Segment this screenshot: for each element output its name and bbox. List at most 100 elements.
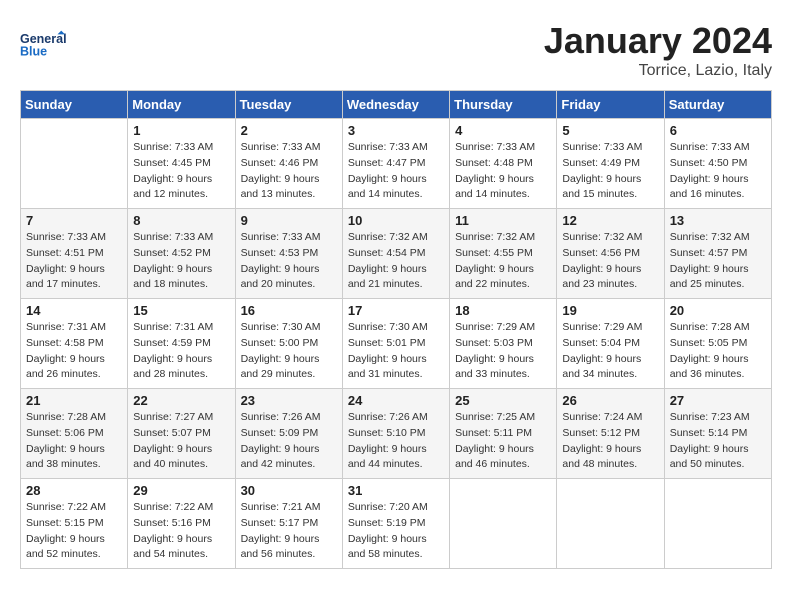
day-info: Sunrise: 7:22 AM Sunset: 5:16 PM Dayligh… <box>133 500 229 563</box>
day-number: 7 <box>26 213 122 228</box>
day-number: 10 <box>348 213 444 228</box>
day-number: 13 <box>670 213 766 228</box>
col-monday: Monday <box>128 91 235 119</box>
table-row: 13 Sunrise: 7:32 AM Sunset: 4:57 PM Dayli… <box>664 209 771 299</box>
day-info: Sunrise: 7:28 AM Sunset: 5:06 PM Dayligh… <box>26 410 122 473</box>
table-row: 30 Sunrise: 7:21 AM Sunset: 5:17 PM Dayli… <box>235 479 342 569</box>
day-number: 4 <box>455 123 551 138</box>
table-row: 8 Sunrise: 7:33 AM Sunset: 4:52 PM Daylig… <box>128 209 235 299</box>
day-info: Sunrise: 7:22 AM Sunset: 5:15 PM Dayligh… <box>26 500 122 563</box>
day-info: Sunrise: 7:29 AM Sunset: 5:04 PM Dayligh… <box>562 320 658 383</box>
day-info: Sunrise: 7:33 AM Sunset: 4:52 PM Dayligh… <box>133 230 229 293</box>
table-row: 14Sunrise: 7:31 AM Sunset: 4:58 PM Dayli… <box>21 299 128 389</box>
table-row: 1 Sunrise: 7:33 AM Sunset: 4:45 PM Daylig… <box>128 119 235 209</box>
table-row <box>557 479 664 569</box>
col-sunday: Sunday <box>21 91 128 119</box>
day-info: Sunrise: 7:30 AM Sunset: 5:01 PM Dayligh… <box>348 320 444 383</box>
day-info: Sunrise: 7:26 AM Sunset: 5:09 PM Dayligh… <box>241 410 337 473</box>
day-number: 12 <box>562 213 658 228</box>
table-row: 19Sunrise: 7:29 AM Sunset: 5:04 PM Dayli… <box>557 299 664 389</box>
svg-text:Blue: Blue <box>20 45 47 59</box>
page-header: General Blue January 2024 Torrice, Lazio… <box>20 20 772 80</box>
table-row: 29 Sunrise: 7:22 AM Sunset: 5:16 PM Dayli… <box>128 479 235 569</box>
day-info: Sunrise: 7:31 AM Sunset: 4:59 PM Dayligh… <box>133 320 229 383</box>
day-number: 17 <box>348 303 444 318</box>
day-info: Sunrise: 7:21 AM Sunset: 5:17 PM Dayligh… <box>241 500 337 563</box>
calendar-week-row: 21 Sunrise: 7:28 AM Sunset: 5:06 PM Dayli… <box>21 389 772 479</box>
day-number: 27 <box>670 393 766 408</box>
day-number: 1 <box>133 123 229 138</box>
table-row <box>450 479 557 569</box>
day-info: Sunrise: 7:23 AM Sunset: 5:14 PM Dayligh… <box>670 410 766 473</box>
day-info: Sunrise: 7:20 AM Sunset: 5:19 PM Dayligh… <box>348 500 444 563</box>
table-row: 2Sunrise: 7:33 AM Sunset: 4:46 PM Daylig… <box>235 119 342 209</box>
table-row: 25 Sunrise: 7:25 AM Sunset: 5:11 PM Dayli… <box>450 389 557 479</box>
day-number: 8 <box>133 213 229 228</box>
day-number: 14 <box>26 303 122 318</box>
day-info: Sunrise: 7:33 AM Sunset: 4:50 PM Dayligh… <box>670 140 766 203</box>
col-wednesday: Wednesday <box>342 91 449 119</box>
day-number: 23 <box>241 393 337 408</box>
table-row: 15 Sunrise: 7:31 AM Sunset: 4:59 PM Dayli… <box>128 299 235 389</box>
title-block: January 2024 Torrice, Lazio, Italy <box>544 20 772 80</box>
day-number: 29 <box>133 483 229 498</box>
table-row: 10Sunrise: 7:32 AM Sunset: 4:54 PM Dayli… <box>342 209 449 299</box>
day-number: 11 <box>455 213 551 228</box>
day-number: 6 <box>670 123 766 138</box>
day-number: 21 <box>26 393 122 408</box>
day-number: 24 <box>348 393 444 408</box>
day-number: 2 <box>241 123 337 138</box>
day-number: 5 <box>562 123 658 138</box>
day-info: Sunrise: 7:33 AM Sunset: 4:45 PM Dayligh… <box>133 140 229 203</box>
col-saturday: Saturday <box>664 91 771 119</box>
table-row: 12Sunrise: 7:32 AM Sunset: 4:56 PM Dayli… <box>557 209 664 299</box>
table-row: 21 Sunrise: 7:28 AM Sunset: 5:06 PM Dayli… <box>21 389 128 479</box>
calendar-week-row: 1 Sunrise: 7:33 AM Sunset: 4:45 PM Daylig… <box>21 119 772 209</box>
day-info: Sunrise: 7:32 AM Sunset: 4:57 PM Dayligh… <box>670 230 766 293</box>
day-number: 15 <box>133 303 229 318</box>
day-info: Sunrise: 7:30 AM Sunset: 5:00 PM Dayligh… <box>241 320 337 383</box>
calendar-header-row: Sunday Monday Tuesday Wednesday Thursday… <box>21 91 772 119</box>
day-info: Sunrise: 7:33 AM Sunset: 4:48 PM Dayligh… <box>455 140 551 203</box>
day-number: 31 <box>348 483 444 498</box>
day-info: Sunrise: 7:25 AM Sunset: 5:11 PM Dayligh… <box>455 410 551 473</box>
table-row: 27 Sunrise: 7:23 AM Sunset: 5:14 PM Dayli… <box>664 389 771 479</box>
day-number: 22 <box>133 393 229 408</box>
table-row: 28 Sunrise: 7:22 AM Sunset: 5:15 PM Dayli… <box>21 479 128 569</box>
calendar-week-row: 28 Sunrise: 7:22 AM Sunset: 5:15 PM Dayli… <box>21 479 772 569</box>
calendar-week-row: 14Sunrise: 7:31 AM Sunset: 4:58 PM Dayli… <box>21 299 772 389</box>
day-info: Sunrise: 7:32 AM Sunset: 4:55 PM Dayligh… <box>455 230 551 293</box>
table-row: 22 Sunrise: 7:27 AM Sunset: 5:07 PM Dayli… <box>128 389 235 479</box>
day-number: 16 <box>241 303 337 318</box>
calendar-body: 1 Sunrise: 7:33 AM Sunset: 4:45 PM Daylig… <box>21 119 772 569</box>
logo-svg: General Blue <box>20 20 70 70</box>
table-row: 11 Sunrise: 7:32 AM Sunset: 4:55 PM Dayli… <box>450 209 557 299</box>
table-row: 7 Sunrise: 7:33 AM Sunset: 4:51 PM Daylig… <box>21 209 128 299</box>
day-info: Sunrise: 7:29 AM Sunset: 5:03 PM Dayligh… <box>455 320 551 383</box>
table-row: 5 Sunrise: 7:33 AM Sunset: 4:49 PM Daylig… <box>557 119 664 209</box>
col-tuesday: Tuesday <box>235 91 342 119</box>
location: Torrice, Lazio, Italy <box>544 62 772 80</box>
calendar-week-row: 7 Sunrise: 7:33 AM Sunset: 4:51 PM Daylig… <box>21 209 772 299</box>
day-info: Sunrise: 7:24 AM Sunset: 5:12 PM Dayligh… <box>562 410 658 473</box>
day-info: Sunrise: 7:26 AM Sunset: 5:10 PM Dayligh… <box>348 410 444 473</box>
table-row: 6 Sunrise: 7:33 AM Sunset: 4:50 PM Daylig… <box>664 119 771 209</box>
day-info: Sunrise: 7:33 AM Sunset: 4:49 PM Dayligh… <box>562 140 658 203</box>
table-row <box>664 479 771 569</box>
month-title: January 2024 <box>544 20 772 62</box>
table-row <box>21 119 128 209</box>
table-row: 24 Sunrise: 7:26 AM Sunset: 5:10 PM Dayli… <box>342 389 449 479</box>
day-number: 9 <box>241 213 337 228</box>
day-number: 30 <box>241 483 337 498</box>
table-row: 3Sunrise: 7:33 AM Sunset: 4:47 PM Daylig… <box>342 119 449 209</box>
table-row: 18Sunrise: 7:29 AM Sunset: 5:03 PM Dayli… <box>450 299 557 389</box>
day-info: Sunrise: 7:33 AM Sunset: 4:47 PM Dayligh… <box>348 140 444 203</box>
day-number: 25 <box>455 393 551 408</box>
table-row: 17 Sunrise: 7:30 AM Sunset: 5:01 PM Dayli… <box>342 299 449 389</box>
logo: General Blue <box>20 20 70 70</box>
day-number: 28 <box>26 483 122 498</box>
day-info: Sunrise: 7:33 AM Sunset: 4:51 PM Dayligh… <box>26 230 122 293</box>
day-info: Sunrise: 7:33 AM Sunset: 4:53 PM Dayligh… <box>241 230 337 293</box>
day-info: Sunrise: 7:27 AM Sunset: 5:07 PM Dayligh… <box>133 410 229 473</box>
table-row: 31 Sunrise: 7:20 AM Sunset: 5:19 PM Dayli… <box>342 479 449 569</box>
